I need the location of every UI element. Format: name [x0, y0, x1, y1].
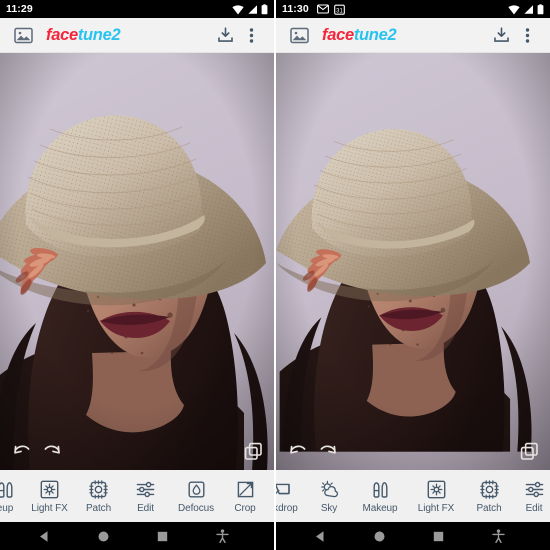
- overflow-menu-icon[interactable]: [238, 22, 264, 48]
- signal-icon: [248, 4, 257, 14]
- tool-label: Crop: [234, 503, 256, 514]
- makeup-icon: [0, 478, 16, 500]
- tool-sky[interactable]: Sky: [306, 478, 352, 514]
- app-header-bar: facetune2: [276, 18, 550, 53]
- light-fx-icon: [426, 478, 447, 500]
- phone-screen-left: 11:29 facetune2 up Light FX Patch Edit D…: [0, 0, 274, 550]
- redo-icon[interactable]: [41, 440, 63, 462]
- patch-icon: [479, 478, 500, 500]
- crop-icon: [235, 478, 256, 500]
- edited-photo: [276, 53, 550, 470]
- home-icon[interactable]: [366, 523, 392, 549]
- tool-strip[interactable]: ckdrop Sky Makeup Light FX: [276, 470, 550, 522]
- logo-face-text: face: [46, 25, 78, 44]
- tool-edit[interactable]: Edit: [514, 478, 550, 514]
- tool-label: Sky: [320, 503, 338, 514]
- overflow-menu-icon[interactable]: [514, 22, 540, 48]
- status-bar-indicators: [232, 3, 268, 15]
- tool-label: Light FX: [417, 503, 455, 514]
- app-logo: facetune2: [46, 25, 121, 45]
- wifi-icon: [232, 4, 244, 15]
- status-bar: 11:29: [0, 0, 274, 18]
- tool-label: Edit: [137, 503, 154, 514]
- mail-icon: [316, 4, 329, 14]
- tool-label: Edit: [525, 503, 543, 514]
- tool-light-fx[interactable]: Light FX: [408, 478, 464, 514]
- tool-patch[interactable]: Patch: [75, 478, 122, 514]
- tool-strip[interactable]: eup Light FX Patch Edit: [0, 470, 274, 522]
- photo-canvas[interactable]: [276, 53, 550, 470]
- dual-screenshot-stage: 11:29 facetune2 up Light FX Patch Edit D…: [0, 0, 550, 550]
- tool-label: Patch: [85, 503, 112, 514]
- back-icon[interactable]: [307, 523, 333, 549]
- tool-label: Light FX: [31, 503, 68, 514]
- undo-icon[interactable]: [10, 440, 32, 462]
- tool-label: ckdrop: [276, 503, 298, 514]
- recents-icon[interactable]: [426, 523, 452, 549]
- compare-layers-icon[interactable]: [518, 440, 540, 462]
- app-logo: facetune2: [322, 25, 397, 45]
- makeup-icon: [370, 478, 391, 500]
- android-nav-bar[interactable]: [276, 522, 550, 550]
- battery-icon: [261, 3, 268, 14]
- tool-edit[interactable]: Edit: [122, 478, 169, 514]
- tool-makeup[interactable]: Makeup: [352, 478, 408, 514]
- home-icon[interactable]: [90, 523, 116, 549]
- back-icon[interactable]: [31, 523, 57, 549]
- tool-crop[interactable]: Crop: [223, 478, 267, 514]
- light-fx-icon: [39, 478, 60, 500]
- tool-makeup[interactable]: eup: [0, 478, 24, 514]
- battery-icon: [537, 3, 544, 14]
- status-bar: 11:30 31: [276, 0, 550, 18]
- app-header-bar: facetune2: [0, 18, 274, 53]
- status-bar-clock: 11:30: [282, 3, 309, 15]
- tool-patch[interactable]: Patch: [464, 478, 514, 514]
- undo-icon[interactable]: [286, 440, 308, 462]
- tool-light-fx[interactable]: Light FX: [24, 478, 75, 514]
- recents-icon[interactable]: [150, 523, 176, 549]
- sky-icon: [319, 478, 340, 500]
- tool-backdrop[interactable]: ckdrop: [276, 478, 306, 514]
- patch-icon: [88, 478, 109, 500]
- status-bar-clock: 11:29: [6, 3, 33, 15]
- accessibility-icon[interactable]: [485, 523, 511, 549]
- tool-label: Patch: [476, 503, 502, 514]
- tool-label: eup: [0, 503, 14, 514]
- defocus-icon: [186, 478, 207, 500]
- tool-label: Defocus: [178, 503, 214, 514]
- image-thumbnail-icon[interactable]: [286, 22, 312, 48]
- logo-face-text: face: [322, 25, 354, 44]
- download-icon[interactable]: [488, 22, 514, 48]
- status-bar-notifications: 31: [316, 4, 345, 15]
- backdrop-icon: [276, 478, 294, 500]
- accessibility-icon[interactable]: [209, 523, 235, 549]
- phone-screen-right: 11:30 31 facetune2 drop Sky Makeup Light…: [276, 0, 550, 550]
- tool-label: Makeup: [362, 503, 398, 514]
- logo-tune-text: tune2: [77, 25, 121, 44]
- svg-text:31: 31: [336, 8, 343, 14]
- edit-sliders-icon: [524, 478, 545, 500]
- logo-tune-text: tune2: [353, 25, 397, 44]
- tool-defocus[interactable]: Defocus: [169, 478, 223, 514]
- image-thumbnail-icon[interactable]: [10, 22, 36, 48]
- photo-canvas[interactable]: [0, 53, 274, 470]
- download-icon[interactable]: [212, 22, 238, 48]
- calendar-icon: 31: [333, 4, 345, 15]
- edit-sliders-icon: [135, 478, 156, 500]
- status-bar-indicators: [508, 3, 544, 15]
- edited-photo: [0, 53, 274, 470]
- redo-icon[interactable]: [317, 440, 339, 462]
- compare-layers-icon[interactable]: [242, 440, 264, 462]
- android-nav-bar[interactable]: [0, 522, 274, 550]
- wifi-icon: [508, 4, 520, 15]
- signal-icon: [524, 4, 533, 14]
